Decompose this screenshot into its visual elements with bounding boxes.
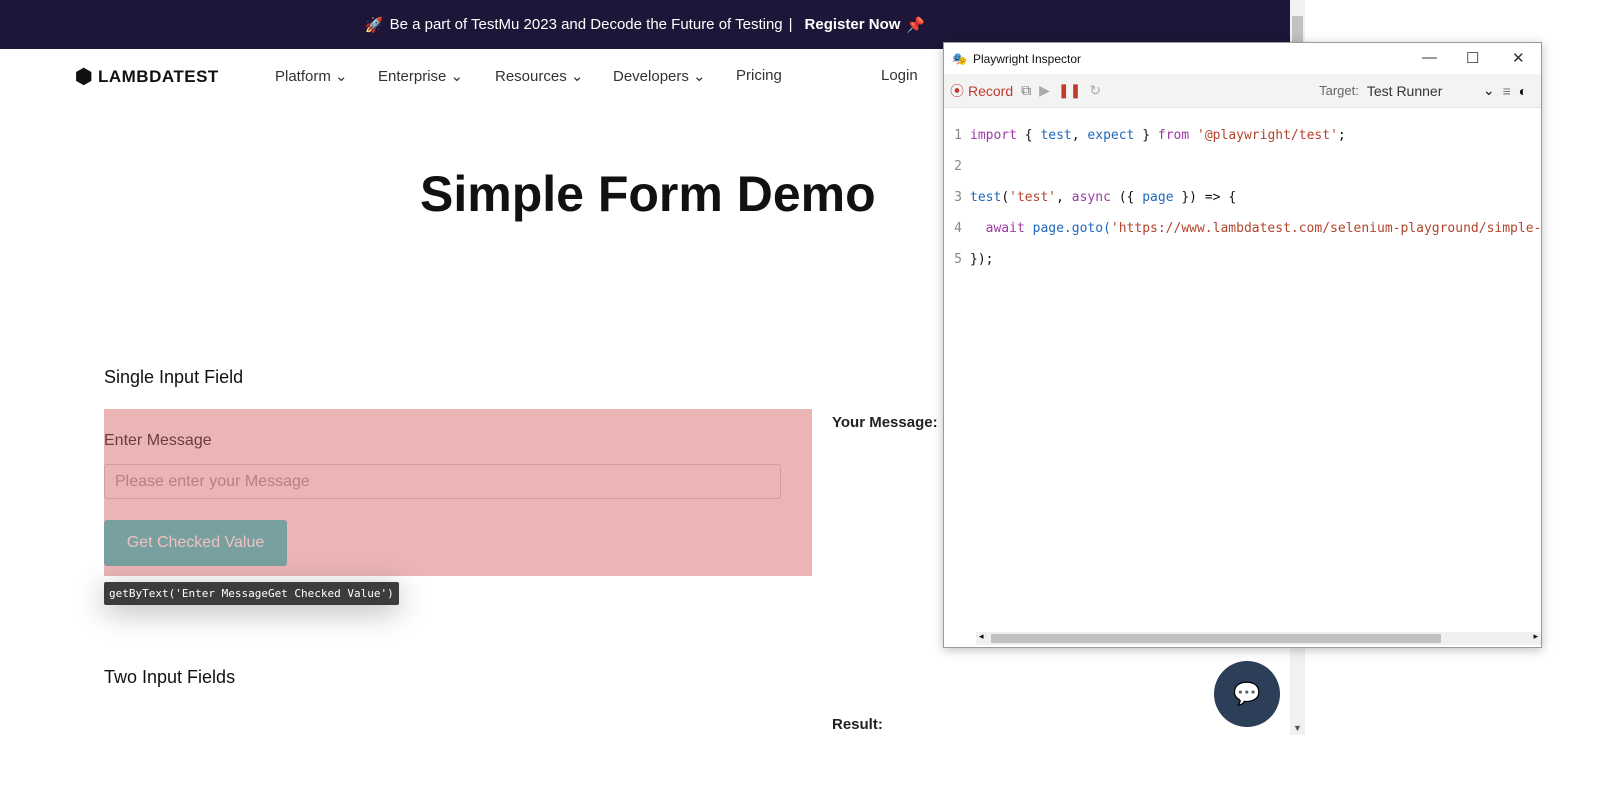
nav-platform[interactable]: Platform ⌄ [275, 67, 348, 85]
clear-icon[interactable]: ≡ [1503, 83, 1511, 99]
pin-icon: 📌 [906, 16, 926, 34]
code-editor[interactable]: 1 import { test, expect } from '@playwrig… [944, 108, 1541, 298]
playwright-inspector-window: 🎭 Playwright Inspector — ☐ ✕ ⦿ Record ⧉ ▶… [943, 42, 1542, 648]
nav-pricing[interactable]: Pricing [736, 67, 782, 84]
locator-tooltip: getByText('Enter MessageGet Checked Valu… [104, 582, 399, 605]
step-over-icon[interactable]: ↻ [1089, 82, 1101, 99]
page-title: Simple Form Demo [420, 166, 876, 222]
nav-resources[interactable]: Resources ⌄ [495, 67, 583, 85]
pause-icon[interactable]: ❚❚ [1058, 82, 1081, 99]
result-label: Result: [832, 716, 883, 733]
maximize-button[interactable]: ☐ [1466, 49, 1479, 67]
horizontal-scrollbar[interactable]: ◂ ▸ [976, 631, 1541, 645]
register-now-link[interactable]: Register Now [805, 16, 901, 33]
chevron-down-icon[interactable]: ⌄ [1483, 82, 1495, 99]
logo-icon: ⬢ [75, 66, 93, 88]
record-icon[interactable]: ⦿ [950, 81, 964, 101]
window-title: Playwright Inspector [972, 51, 1081, 66]
lambdatest-logo[interactable]: ⬢ LAMBDATEST [75, 64, 219, 89]
enter-message-label: Enter Message [104, 432, 212, 449]
get-checked-value-button[interactable]: Get Checked Value [104, 520, 287, 566]
banner-text: Be a part of TestMu 2023 and Decode the … [389, 16, 783, 33]
target-label: Target: [1319, 83, 1359, 98]
copy-icon[interactable]: ⧉ [1021, 82, 1031, 99]
message-input[interactable]: Please enter your Message [104, 464, 781, 499]
nav-developers[interactable]: Developers ⌄ [613, 67, 706, 85]
playwright-logo-icon: 🎭 [952, 51, 967, 66]
theme-toggle-icon[interactable]: ◐ [1519, 83, 1527, 99]
your-message-label: Your Message: [832, 414, 938, 431]
nav-login[interactable]: Login [881, 67, 918, 84]
chat-button[interactable]: 💬 [1214, 661, 1280, 727]
record-button[interactable]: Record [968, 83, 1013, 99]
chat-icon: 💬 [1233, 681, 1261, 706]
minimize-button[interactable]: — [1422, 49, 1437, 66]
scroll-down-icon[interactable]: ▼ [1293, 723, 1302, 733]
section-single-input: Single Input Field [104, 367, 244, 387]
close-button[interactable]: ✕ [1512, 49, 1525, 67]
resume-icon[interactable]: ▶ [1039, 82, 1050, 99]
rocket-icon: 🚀 [364, 16, 384, 34]
section-two-inputs: Two Input Fields [104, 667, 236, 687]
nav-enterprise[interactable]: Enterprise ⌄ [378, 67, 463, 85]
target-select[interactable]: Test Runner [1367, 83, 1475, 99]
